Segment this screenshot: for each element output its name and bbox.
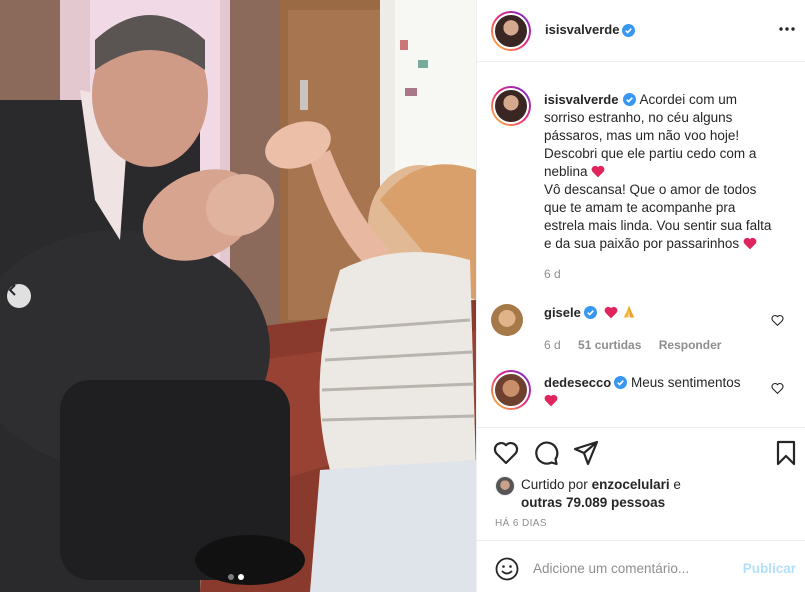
post-panel: isisvalverde isisvalverde Acordei com um… <box>476 0 805 592</box>
caption-time[interactable]: 6 d <box>544 267 561 281</box>
reply-button[interactable]: Responder <box>659 338 722 352</box>
caption-avatar[interactable] <box>491 86 531 126</box>
comment-body: Meus sentimentos <box>630 375 741 390</box>
photo-illustration <box>0 0 476 592</box>
liker-avatar[interactable] <box>495 476 515 496</box>
verified-badge-icon <box>583 306 597 319</box>
likes-prefix: Curtido por <box>521 477 588 492</box>
post-actions: Curtido por enzocelulari e outras 79.089… <box>477 427 805 540</box>
comments-section: isisvalverde Acordei com um sorriso estr… <box>477 62 805 427</box>
share-icon[interactable] <box>573 440 599 466</box>
caption-line: Acordei com um <box>639 92 738 107</box>
post-caption: isisvalverde Acordei com um sorriso estr… <box>544 91 794 253</box>
bookmark-icon[interactable] <box>773 440 799 466</box>
publish-button[interactable]: Publicar <box>743 561 796 576</box>
carousel-dots <box>228 574 244 580</box>
author-username[interactable]: isisvalverde <box>545 22 619 37</box>
likes-others-button[interactable]: outras 79.089 pessoas <box>521 495 665 510</box>
comment-text: dedesecco Meus sentimentos <box>544 374 764 410</box>
comment-icon[interactable] <box>533 440 559 466</box>
caption-line: estrela mais linda. Vou sentir sua falta <box>544 218 772 233</box>
caption-line: Vô descansa! Que o amor de todos <box>544 182 757 197</box>
more-icon[interactable] <box>778 20 796 38</box>
comment-username[interactable]: gisele <box>544 305 581 320</box>
caption-username[interactable]: isisvalverde <box>544 92 618 107</box>
comment-time[interactable]: 6 d <box>544 338 561 352</box>
carousel-dot <box>228 574 234 580</box>
verified-badge-icon <box>622 24 635 37</box>
comment-meta: 6 d 51 curtidas Responder <box>544 338 735 352</box>
post-timestamp[interactable]: HÁ 6 DIAS <box>495 518 547 529</box>
comment-username[interactable]: dedesecco <box>544 375 611 390</box>
caption-line: e da sua paixão por passarinhos <box>544 236 740 251</box>
commenter-avatar[interactable] <box>491 304 523 336</box>
caption-line: que te amam te acompanhe pra <box>544 200 736 215</box>
red-heart-emoji-icon <box>604 306 618 319</box>
likes-text: Curtido por enzocelulari e outras 79.089… <box>521 476 781 512</box>
comment-like-heart-icon[interactable] <box>771 314 784 327</box>
comment-text: gisele <box>544 304 764 322</box>
comment-likes[interactable]: 51 curtidas <box>578 338 641 352</box>
praying-hands-emoji-icon <box>624 305 635 318</box>
caption-line: sorriso estranho, no céu alguns <box>544 110 733 125</box>
likes-conj: e <box>673 477 681 492</box>
verified-badge-icon <box>614 376 628 389</box>
comment-input[interactable] <box>533 555 733 581</box>
red-heart-emoji-icon <box>591 165 605 178</box>
author-avatar[interactable] <box>491 11 531 51</box>
comment-like-heart-icon[interactable] <box>771 382 784 395</box>
carousel-prev-button[interactable] <box>7 284 31 308</box>
heart-icon[interactable] <box>493 440 519 466</box>
verified-badge-icon <box>623 93 637 106</box>
add-comment-bar: Publicar <box>477 540 805 592</box>
red-heart-emoji-icon <box>743 237 757 250</box>
chevron-left-icon <box>8 284 16 296</box>
emoji-icon[interactable] <box>495 557 519 581</box>
red-heart-emoji-icon <box>544 394 558 407</box>
post-header: isisvalverde <box>477 0 805 62</box>
caption-line: pássaros, mas um não voo hoje! <box>544 128 740 143</box>
post-photo[interactable] <box>0 0 476 592</box>
liker-username[interactable]: enzocelulari <box>592 477 670 492</box>
caption-line: Descobri que ele partiu cedo com a <box>544 146 757 161</box>
carousel-dot-active <box>238 574 244 580</box>
commenter-avatar[interactable] <box>491 370 531 410</box>
caption-line: neblina <box>544 164 588 179</box>
